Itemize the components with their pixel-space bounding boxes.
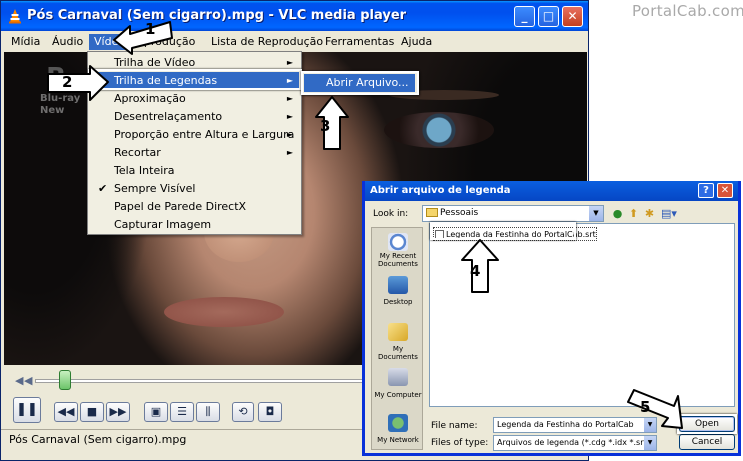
menu-item-label: Aproximação [114,92,186,105]
place-my-computer[interactable]: My Computer [372,391,424,399]
submenu-arrow-icon: ► [286,130,293,139]
menu-midia[interactable]: Mídia [6,34,45,50]
dialog-title-bar[interactable]: Abrir arquivo de legenda ? ✕ [365,181,738,201]
place-desktop[interactable]: Desktop [372,298,424,306]
playlist-button[interactable]: ☰ [170,402,194,422]
menu-item-proporcao[interactable]: Proporção entre Altura e Largura ► [90,126,299,144]
my-computer-icon[interactable] [388,368,408,386]
status-text: Pós Carnaval (Sem cigarro).mpg [9,433,187,446]
folder-icon [426,208,438,217]
fullscreen-button[interactable]: ▣ [144,402,168,422]
video-frame-eye [384,112,494,148]
extended-settings-button[interactable]: ⫼ [196,402,220,422]
filetype-value: Arquivos de legenda (*.cdg *.idx *.srt *… [497,438,656,447]
new-folder-icon[interactable]: ✱ [642,206,657,221]
menu-item-tela-inteira[interactable]: Tela Inteira [90,162,299,180]
step-1-arrow-icon [113,21,173,55]
help-button[interactable]: ? [698,183,714,198]
filename-value: Legenda da Festinha do PortalCab [497,420,634,429]
seek-bar[interactable] [35,379,365,383]
menu-item-aproximacao[interactable]: Aproximação ► [90,90,299,108]
submenu-arrow-icon: ► [286,148,293,157]
step-5-arrow-icon [627,389,683,429]
step-2-arrow-icon [47,65,109,101]
lookin-value: Pessoais [440,208,479,218]
places-bar: My Recent Documents Desktop My Documents… [371,227,423,450]
open-subtitle-dialog: Abrir arquivo de legenda ? ✕ Look in: Pe… [362,181,741,456]
channel-logo-text: New [40,105,65,116]
place-my-documents[interactable]: My Documents [372,345,424,361]
menu-item-sempre-visivel[interactable]: ✔ Sempre Visível [90,180,299,198]
dialog-title: Abrir arquivo de legenda [370,185,511,196]
highlight-frame [430,222,576,240]
place-my-network[interactable]: My Network [372,436,424,444]
chevron-down-icon[interactable]: ▼ [644,436,656,450]
view-menu-icon[interactable]: ▤▾ [658,206,680,221]
menu-ajuda[interactable]: Ajuda [396,34,437,50]
menu-item-label: Sempre Visível [114,182,196,195]
lookin-select[interactable]: Pessoais ▼ [422,205,604,222]
seek-back-icon[interactable]: ◀ [24,374,32,387]
back-icon[interactable]: ● [610,206,625,221]
my-network-icon[interactable] [388,414,408,432]
cancel-button[interactable]: Cancel [679,434,735,450]
highlight-frame [677,414,737,434]
place-recent-documents[interactable]: My Recent Documents [372,252,424,268]
window-title: Pós Carnaval (Sem cigarro).mpg - VLC med… [27,8,407,23]
desktop-icon[interactable] [388,276,408,294]
previous-button[interactable]: ◀◀ [54,402,78,422]
my-documents-icon[interactable] [388,323,408,341]
dialog-close-button[interactable]: ✕ [717,183,733,198]
step-1-label: 1 [145,20,156,38]
menu-item-label: Recortar [114,146,161,159]
video-frame-mouth [164,297,284,327]
submenu-arrow-icon: ► [286,112,293,121]
stop-button[interactable]: ■ [80,402,104,422]
step-4-label: 4 [470,262,481,280]
step-5-label: 5 [640,398,651,416]
vlc-cone-icon [9,9,21,24]
close-button[interactable]: ✕ [562,6,583,27]
recent-documents-icon[interactable] [388,233,408,251]
menu-item-capturar-imagem[interactable]: Capturar Imagem [90,216,299,234]
highlight-frame [88,69,302,90]
menu-item-desentrelacamento[interactable]: Desentrelaçamento ► [90,108,299,126]
seek-back-icon[interactable]: ◀ [15,374,23,387]
menu-item-papel-de-parede[interactable]: Papel de Parede DirectX [90,198,299,216]
filetype-label: Files of type: [431,438,489,448]
title-bar[interactable]: Pós Carnaval (Sem cigarro).mpg - VLC med… [1,1,588,31]
maximize-button[interactable]: □ [538,6,559,27]
minimize-button[interactable]: _ [514,6,535,27]
lookin-label: Look in: [373,209,409,219]
filename-label: File name: [431,421,478,431]
menu-bar: Mídia Áudio Vídeo Reprodução Lista de Re… [1,31,588,52]
next-button[interactable]: ▶▶ [106,402,130,422]
submenu-arrow-icon: ► [286,94,293,103]
menu-audio[interactable]: Áudio [47,34,88,50]
up-folder-icon[interactable]: ⬆ [626,206,641,221]
step-2-label: 2 [62,73,73,91]
highlight-frame [301,71,419,95]
watermark: PortalCab.com [632,2,743,20]
snapshot-button[interactable]: ◘ [258,402,282,422]
loop-button[interactable]: ⟲ [232,402,254,422]
menu-item-label: Trilha de Vídeo [114,56,196,69]
chevron-down-icon[interactable]: ▼ [589,206,603,221]
check-icon: ✔ [98,182,108,195]
filetype-select[interactable]: Arquivos de legenda (*.cdg *.idx *.srt *… [493,435,657,451]
menu-item-label: Desentrelaçamento [114,110,223,123]
menu-ferramentas[interactable]: Ferramentas [320,34,399,50]
step-3-label: 3 [320,117,331,135]
menu-item-recortar[interactable]: Recortar ► [90,144,299,162]
menu-item-label: Proporção entre Altura e Largura [114,128,295,141]
seek-handle[interactable] [58,370,71,390]
menu-lista-de-reproducao[interactable]: Lista de Reprodução [206,34,328,50]
pause-button[interactable]: ❚❚ [13,397,41,423]
